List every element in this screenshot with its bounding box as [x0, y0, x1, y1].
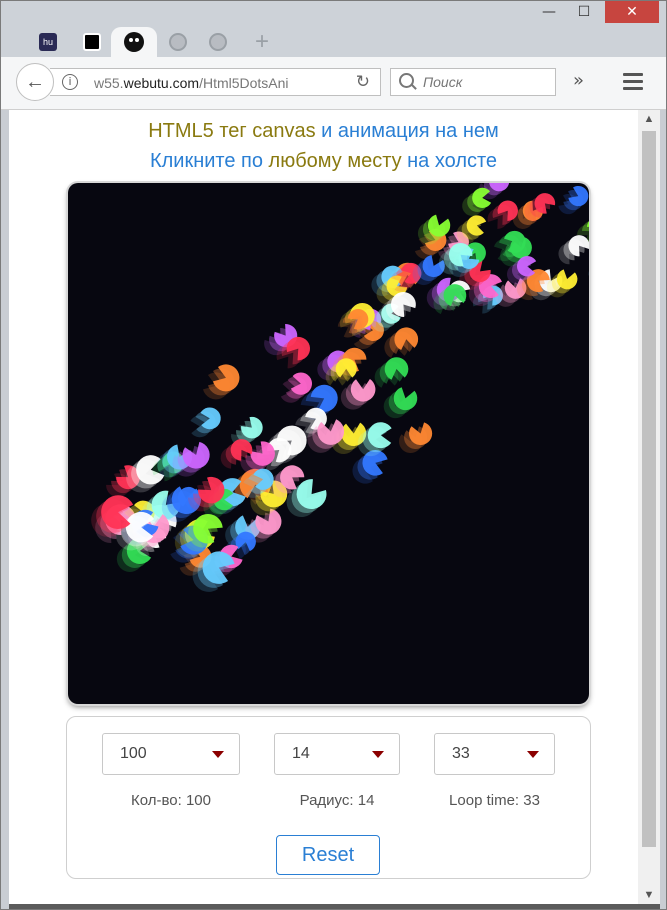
dots-svg — [91, 183, 589, 592]
hu-favicon-icon: hu — [39, 33, 57, 51]
new-tab-button[interactable]: + — [247, 27, 277, 57]
tab-4[interactable] — [161, 27, 195, 57]
controls-panel: 100 14 33 Кол-во: 100 Радиус: 14 Loop ti… — [66, 716, 591, 879]
overflow-chevron-icon[interactable]: » — [573, 70, 584, 91]
canvas-dot — [241, 416, 263, 439]
search-input[interactable]: Поиск — [390, 68, 556, 96]
scroll-down-arrow-icon[interactable]: ▼ — [638, 886, 660, 904]
url-bar[interactable]: i w55.webutu.com/Html5DotsAni ↻ — [50, 68, 381, 96]
count-label: Кол-во: 100 — [130, 792, 211, 809]
dropdown-arrow-icon — [212, 751, 224, 758]
canvas-dot — [409, 422, 433, 446]
browser-window: — ☐ ✕ hu + i w55.webutu.com/Html5DotsAni… — [0, 0, 667, 910]
canvas-dot — [427, 214, 451, 237]
url-path: /Html5DotsAni — [199, 75, 289, 91]
subtitle-click: Кликните по — [149, 150, 263, 172]
info-icon[interactable]: i — [62, 74, 78, 90]
minimize-button[interactable]: — — [535, 1, 563, 23]
radius-select[interactable]: 14 — [274, 733, 400, 775]
radius-select-value: 14 — [292, 745, 310, 762]
loop-time-label: Loop time: 33 — [449, 792, 540, 809]
title-canvas-tag: тег canvas — [213, 120, 316, 142]
canvas-dot — [588, 271, 589, 276]
url-text[interactable]: w55.webutu.com/Html5DotsAni — [94, 75, 340, 91]
animation-canvas[interactable] — [68, 183, 589, 704]
tab-3-active[interactable] — [111, 27, 157, 57]
canvas-dot — [466, 215, 487, 236]
dropdown-arrow-icon — [372, 751, 384, 758]
qr-favicon-icon — [83, 33, 101, 51]
canvas-dot — [182, 441, 210, 469]
globe-favicon-icon — [209, 33, 227, 51]
globe-favicon-icon — [169, 33, 187, 51]
tab-5[interactable] — [201, 27, 235, 57]
page-viewport: HTML5 тег canvas и анимация на нем Кликн… — [9, 110, 638, 904]
search-icon — [399, 73, 414, 88]
radius-label: Радиус: 14 — [299, 792, 375, 809]
scroll-up-arrow-icon[interactable]: ▲ — [638, 110, 660, 128]
search-placeholder: Поиск — [423, 74, 463, 90]
dropdown-arrow-icon — [527, 751, 539, 758]
close-button[interactable]: ✕ — [605, 1, 659, 23]
subtitle-canvas: на холсте — [401, 150, 498, 172]
back-button[interactable]: ← — [16, 63, 54, 101]
canvas-dot — [197, 476, 225, 504]
canvas-dot — [534, 193, 556, 214]
tab-2[interactable] — [75, 27, 109, 57]
canvas-dot — [390, 292, 416, 317]
vertical-scrollbar[interactable]: ▲ ▼ — [638, 110, 660, 904]
title-bar: — ☐ ✕ hu + — [1, 1, 666, 59]
nav-toolbar: i w55.webutu.com/Html5DotsAni ↻ ← Поиск … — [1, 57, 666, 110]
canvas-dot — [193, 513, 223, 544]
canvas-dot — [250, 441, 275, 466]
scroll-thumb[interactable] — [642, 131, 656, 847]
page-subtitle: Кликните по любому месту на холсте — [9, 150, 638, 173]
page-title: HTML5 тег canvas и анимация на нем — [9, 120, 638, 143]
url-prefix: w55. — [94, 75, 124, 91]
url-domain: webutu.com — [123, 75, 200, 91]
count-select-value: 100 — [120, 745, 147, 762]
canvas-dot — [556, 269, 578, 290]
back-arrow-icon: ← — [25, 70, 45, 93]
face-favicon-icon — [124, 32, 144, 52]
reset-button[interactable]: Reset — [276, 835, 380, 875]
count-select[interactable]: 100 — [102, 733, 240, 775]
maximize-button[interactable]: ☐ — [569, 1, 599, 23]
loop-select-value: 33 — [452, 745, 470, 762]
title-animation: и анимация на нем — [315, 120, 499, 142]
loop-time-select[interactable]: 33 — [434, 733, 555, 775]
reload-icon[interactable]: ↻ — [356, 72, 370, 92]
hamburger-menu-icon[interactable] — [623, 73, 643, 94]
canvas-dot — [393, 387, 418, 411]
tab-1[interactable]: hu — [31, 27, 65, 57]
canvas-dot — [317, 419, 345, 445]
canvas-dot — [568, 235, 589, 257]
canvas-dot — [296, 479, 327, 510]
title-html5: HTML5 — [148, 120, 214, 142]
window-bottom-edge — [9, 904, 660, 909]
subtitle-anyplace: любому месту — [262, 150, 402, 172]
